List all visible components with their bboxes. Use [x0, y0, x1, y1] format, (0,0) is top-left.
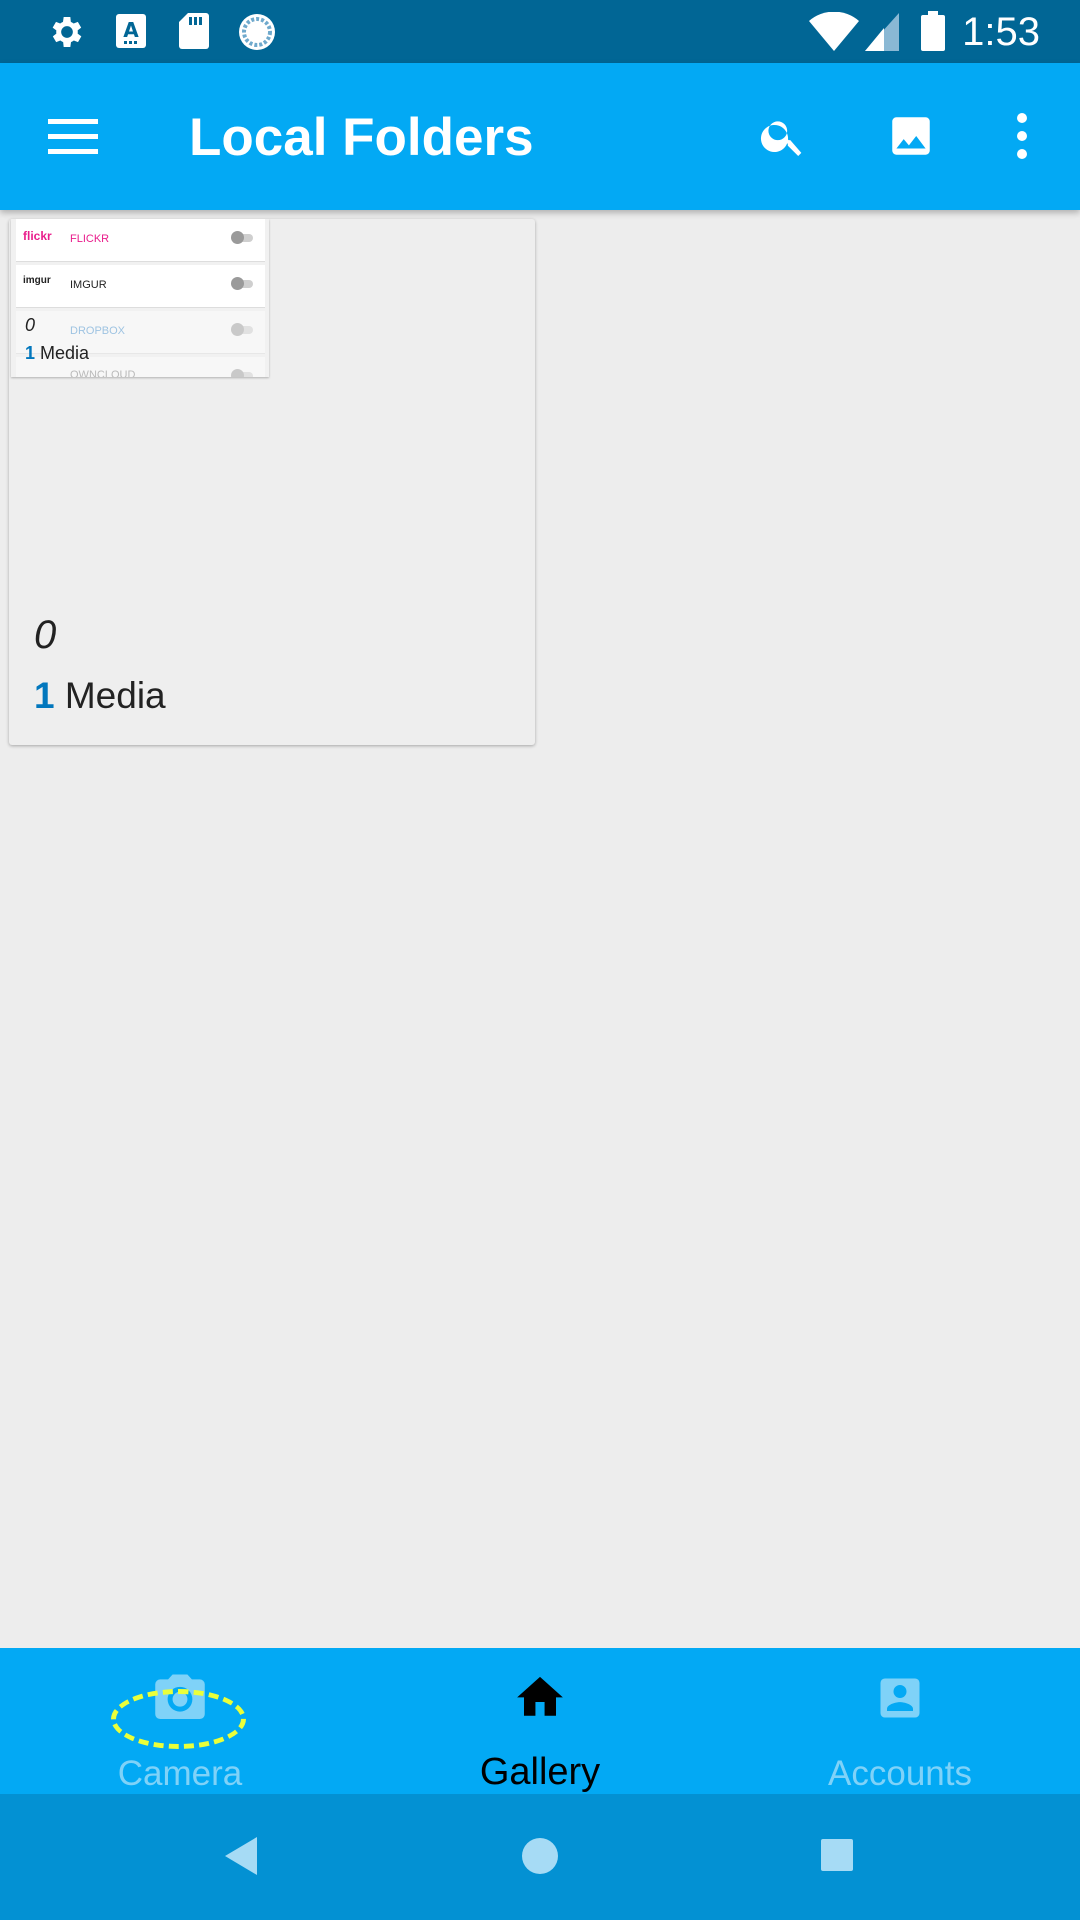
- thumbnail-row-flickr: flickr FLICKR: [16, 219, 265, 262]
- back-icon[interactable]: [224, 1836, 258, 1876]
- toggle-icon: [231, 323, 253, 336]
- nav-item-gallery[interactable]: Gallery: [360, 1648, 720, 1794]
- home-icon: [517, 1676, 563, 1716]
- folder-card[interactable]: flickr FLICKR imgur IMGUR DROPBOX OWNCLO…: [9, 219, 535, 745]
- thumbnail-row-imgur: imgur IMGUR: [16, 265, 265, 308]
- flickr-logo-icon: flickr: [23, 229, 52, 243]
- image-icon[interactable]: [886, 111, 936, 161]
- toggle-icon: [231, 369, 253, 377]
- menu-icon[interactable]: [48, 119, 98, 155]
- media-count-label: Media: [64, 675, 166, 716]
- bottom-navigation: Camera Gallery Accounts: [0, 1648, 1080, 1794]
- cellular-signal-icon: [865, 13, 899, 51]
- page-title: Local Folders: [189, 108, 534, 167]
- thumbnail-row-label: DROPBOX: [70, 325, 126, 337]
- imgur-logo-icon: imgur: [23, 275, 51, 286]
- settings-icon: [52, 17, 82, 47]
- thumbnail-media-number: 1: [25, 343, 36, 363]
- folder-name: 0: [34, 613, 57, 657]
- search-icon[interactable]: [758, 111, 808, 161]
- nav-label-accounts: Accounts: [828, 1754, 972, 1793]
- wifi-icon: [809, 12, 859, 51]
- camera-icon: [155, 1674, 205, 1720]
- recents-icon[interactable]: [820, 1838, 854, 1872]
- status-bar: A 1:53: [0, 0, 1080, 63]
- thumbnail-row-label: OWNCLOUD: [70, 369, 136, 377]
- nav-label-gallery: Gallery: [479, 1751, 601, 1793]
- more-vert-icon[interactable]: [1010, 111, 1034, 161]
- nav-item-camera[interactable]: Camera: [0, 1648, 360, 1794]
- thumbnail-row-label: IMGUR: [70, 279, 107, 291]
- folder-media-count: 1 Media: [34, 675, 166, 717]
- folder-thumbnail: flickr FLICKR imgur IMGUR DROPBOX OWNCLO…: [11, 219, 269, 377]
- nav-label-camera: Camera: [117, 1754, 243, 1793]
- sync-icon: [239, 14, 275, 50]
- toggle-icon: [231, 231, 253, 244]
- thumbnail-folder-count: 0: [25, 315, 36, 335]
- media-count-number: 1: [34, 675, 55, 716]
- sd-card-icon: [179, 13, 209, 49]
- battery-icon: [921, 11, 945, 51]
- thumbnail-media-label: Media: [40, 343, 90, 363]
- clock-time: 1:53: [962, 10, 1040, 54]
- system-navigation-bar: [0, 1794, 1080, 1920]
- svg-text:A: A: [123, 18, 139, 42]
- home-circle-icon[interactable]: [521, 1837, 559, 1875]
- account-box-icon: [880, 1678, 920, 1718]
- keyboard-a-icon: A: [116, 14, 146, 48]
- app-bar: Local Folders: [0, 63, 1080, 210]
- thumbnail-media-count: 1 Media: [25, 343, 89, 364]
- toggle-icon: [231, 277, 253, 290]
- thumbnail-row-label: FLICKR: [70, 233, 110, 245]
- nav-item-accounts[interactable]: Accounts: [720, 1648, 1080, 1794]
